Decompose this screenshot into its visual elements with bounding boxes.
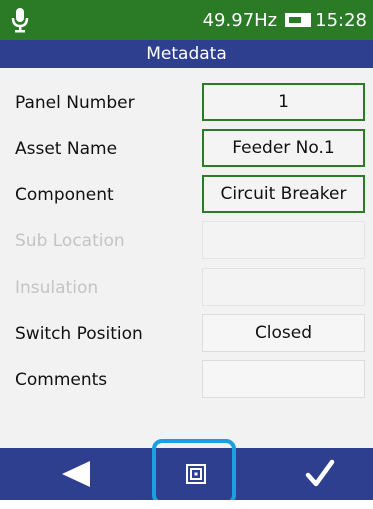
asset-name-row: Asset Name Feeder No.1 xyxy=(0,128,373,170)
checkmark-icon xyxy=(305,459,335,487)
comments-row: Comments xyxy=(0,359,373,401)
fit-screen-button[interactable] xyxy=(155,448,237,500)
microphone-icon[interactable] xyxy=(10,6,30,34)
screen: 49.97Hz 15:28 Metadata Panel Number 1 As… xyxy=(0,0,373,509)
comments-label: Comments xyxy=(15,370,108,390)
asset-name-label: Asset Name xyxy=(15,139,118,159)
sub-location-label: Sub Location xyxy=(15,231,125,251)
sub-location-row: Sub Location xyxy=(0,220,373,262)
switch-position-label: Switch Position xyxy=(15,324,143,344)
asset-name-field[interactable]: Feeder No.1 xyxy=(202,129,365,167)
panel-number-field[interactable]: 1 xyxy=(202,83,365,121)
back-button[interactable] xyxy=(40,448,110,500)
comments-field[interactable] xyxy=(202,360,365,398)
panel-number-label: Panel Number xyxy=(15,93,135,113)
battery-icon xyxy=(285,13,312,27)
insulation-label: Insulation xyxy=(15,278,99,298)
bottom-margin xyxy=(0,500,373,509)
frequency-readout: 49.97Hz xyxy=(202,9,278,31)
back-arrow-icon xyxy=(62,461,90,487)
insulation-row: Insulation xyxy=(0,267,373,309)
status-bar: 49.97Hz 15:28 xyxy=(0,0,373,40)
bottom-nav-bar xyxy=(0,448,373,500)
clock-time: 15:28 xyxy=(315,9,367,31)
confirm-button[interactable] xyxy=(285,448,355,500)
page-title-bar: Metadata xyxy=(0,40,373,68)
component-field[interactable]: Circuit Breaker xyxy=(202,175,365,213)
component-row: Component Circuit Breaker xyxy=(0,174,373,216)
panel-number-row: Panel Number 1 xyxy=(0,82,373,124)
page-title: Metadata xyxy=(146,44,227,64)
switch-position-field[interactable]: Closed xyxy=(202,314,365,352)
status-readout: 49.97Hz 15:28 xyxy=(203,8,367,32)
insulation-field xyxy=(202,268,365,306)
sub-location-field xyxy=(202,221,365,259)
fit-screen-icon xyxy=(186,464,206,484)
metadata-form: Panel Number 1 Asset Name Feeder No.1 Co… xyxy=(0,68,373,448)
switch-position-row: Switch Position Closed xyxy=(0,313,373,355)
component-label: Component xyxy=(15,185,114,205)
